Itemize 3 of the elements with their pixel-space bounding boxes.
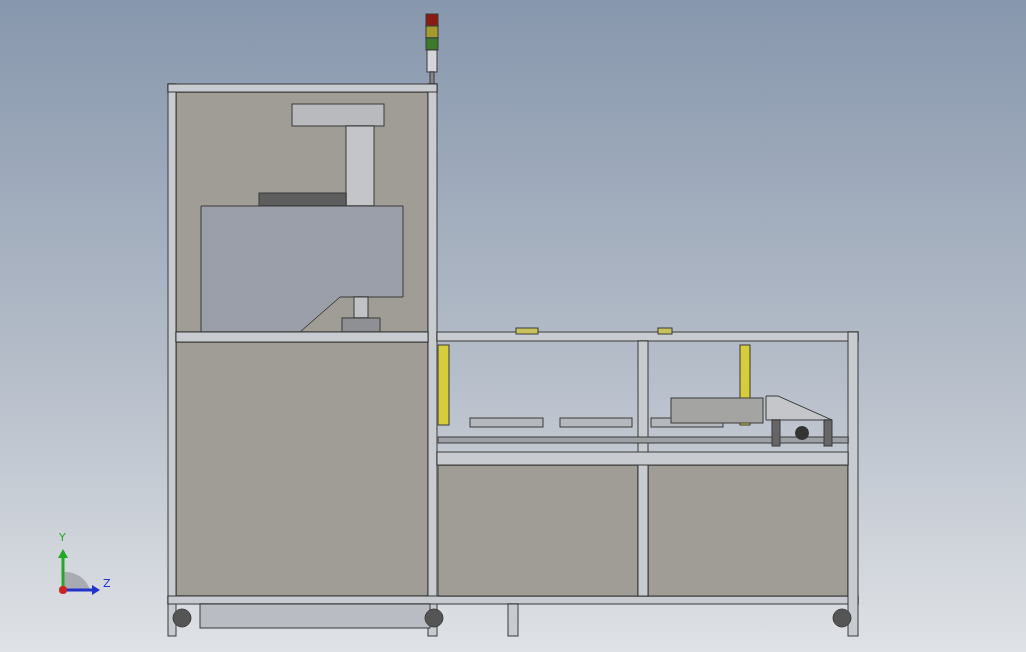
axis-label: Z (103, 577, 111, 590)
axis-triad-icon (58, 549, 100, 595)
axis-label: Y (59, 531, 66, 544)
